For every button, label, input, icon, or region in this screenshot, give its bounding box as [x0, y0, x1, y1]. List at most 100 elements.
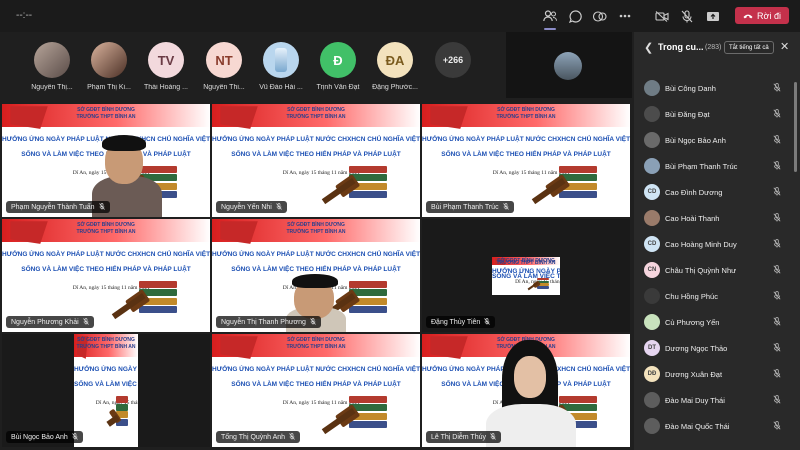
mic-off-icon[interactable]	[773, 343, 781, 354]
mic-off-icon[interactable]	[773, 369, 781, 380]
video-tile[interactable]: SỞ GDĐT BÌNH DƯƠNGTRƯỜNG THPT BÌNH ANHƯỞ…	[2, 219, 210, 332]
mic-off-icon[interactable]	[773, 161, 781, 172]
mic-off-icon[interactable]	[773, 135, 781, 146]
close-icon[interactable]: ✕	[780, 40, 789, 53]
participant-row[interactable]: DĐ Dương Xuân Đạt	[634, 362, 800, 386]
slide-title: HƯỞNG ỨNG NGÀY PHÁP LUẬT NƯỚC CHXHCN CHỦ…	[212, 135, 420, 143]
slide-line: TRƯỜNG THPT BÌNH AN	[76, 114, 136, 121]
slide-line: SỞ GDĐT BÌNH DƯƠNG	[287, 337, 345, 344]
video-tile[interactable]: SỞ GDĐT BÌNH DƯƠNGTRƯỜNG THPT BÌNH ANHƯỞ…	[212, 219, 420, 332]
strip-participant-name: Trịnh Văn Đạt	[316, 84, 360, 91]
more-options-icon[interactable]	[615, 6, 635, 26]
presentation-slide: SỞ GDĐT BÌNH DƯƠNGTRƯỜNG THPT BÌNH ANHƯỞ…	[74, 334, 138, 447]
mic-off-icon[interactable]	[773, 109, 781, 120]
avatar: ĐA	[377, 42, 413, 78]
participant-row-name: Cao Hoàng Minh Duy	[665, 240, 737, 249]
strip-participant[interactable]: ĐA Đặng Phước...	[367, 42, 423, 91]
slide-subtitle: SỐNG VÀ LÀM VIỆC THEO HIẾN PHÁP VÀ PHÁP …	[441, 151, 611, 159]
participant-name: Phạm Nguyễn Thành Tuấn	[11, 203, 95, 211]
participant-row[interactable]: CN Châu Thị Quỳnh Như	[634, 258, 800, 282]
scrollbar[interactable]	[794, 82, 797, 172]
slide-line: SỞ GDĐT BÌNH DƯƠNG	[77, 337, 135, 344]
self-preview	[506, 32, 632, 98]
strip-participant[interactable]: NT Nguyễn Thi...	[196, 42, 252, 91]
participant-strip: Nguyễn Thị... Phạm Thị Ki... TV Thái Hoà…	[0, 32, 505, 98]
chat-icon[interactable]	[565, 6, 585, 26]
video-tile[interactable]: SỞ GDĐT BÌNH DƯƠNGTRƯỜNG THPT BÌNH ANHƯỞ…	[422, 334, 630, 447]
strip-participant[interactable]: Nguyễn Thị...	[24, 42, 80, 91]
slide-subtitle: SỐNG VÀ LÀM VIỆC THEO HIẾN PHÁP VÀ PHÁP …	[21, 266, 191, 274]
share-screen-icon[interactable]	[703, 6, 723, 26]
mic-off-icon[interactable]	[677, 6, 697, 26]
participant-row[interactable]: Bùi Công Danh	[634, 76, 800, 100]
video-tile[interactable]: SỞ GDĐT BÌNH DƯƠNGTRƯỜNG THPT BÌNH ANHƯỞ…	[422, 104, 630, 217]
mic-off-icon[interactable]	[773, 265, 781, 276]
video-tile[interactable]: SỞ GDĐT BÌNH DƯƠNGTRƯỜNG THPT BÌNH ANHƯỞ…	[212, 104, 420, 217]
mute-all-button[interactable]: Tắt tiếng tất cả	[724, 41, 774, 54]
video-tile[interactable]: SỞ GDĐT BÌNH DƯƠNGTRƯỜNG THPT BÌNH ANHƯỞ…	[422, 219, 630, 332]
avatar: CN	[644, 262, 660, 278]
participant-row-name: Bùi Ngọc Bảo Anh	[665, 136, 726, 145]
participant-row[interactable]: CD Cao Hoàng Minh Duy	[634, 232, 800, 256]
strip-participant-name: Đặng Phước...	[372, 84, 418, 91]
more-participants-button[interactable]: +266	[425, 42, 481, 78]
mic-off-icon[interactable]	[773, 317, 781, 328]
slide-title: HƯỞNG ỨNG NGÀY PHÁP LUẬT NƯỚC CHXHCN CHỦ…	[422, 135, 630, 143]
leave-button[interactable]: Rời đi	[735, 7, 789, 24]
self-avatar	[554, 52, 582, 80]
participant-name: Lê Thị Diễm Thúy	[431, 433, 486, 441]
participant-row[interactable]: Bùi Đăng Đạt	[634, 102, 800, 126]
participant-name-tag: Tống Thị Quỳnh Anh	[216, 431, 301, 443]
video-tile[interactable]: SỞ GDĐT BÌNH DƯƠNGTRƯỜNG THPT BÌNH ANHƯỞ…	[2, 104, 210, 217]
phone-hangup-icon	[743, 14, 753, 18]
people-icon[interactable]	[540, 6, 560, 30]
slide-subtitle: SỐNG VÀ LÀM VIỆC THEO HIẾN PHÁP VÀ PHÁP …	[74, 381, 138, 389]
participant-row-name: Cao Hoài Thanh	[665, 214, 720, 223]
participant-row[interactable]: CD Cao Đình Dương	[634, 180, 800, 204]
more-participants-count: +266	[435, 42, 471, 78]
presentation-slide: SỞ GDĐT BÌNH DƯƠNGTRƯỜNG THPT BÌNH ANHƯỞ…	[492, 257, 560, 295]
participant-row[interactable]: Cao Hoài Thanh	[634, 206, 800, 230]
participant-name: Nguyễn Thị Thanh Phương	[221, 318, 306, 326]
participant-name-tag: Nguyễn Yến Nhi	[216, 201, 287, 213]
participant-row[interactable]: Bùi Phạm Thanh Trúc	[634, 154, 800, 178]
slide-subtitle: SỐNG VÀ LÀM VIỆC THEO HIẾN PHÁP VÀ PHÁP …	[231, 151, 401, 159]
participant-row-name: Cao Đình Dương	[665, 188, 723, 197]
slide-line: SỞ GDĐT BÌNH DƯƠNG	[77, 107, 135, 114]
mic-off-icon[interactable]	[773, 187, 781, 198]
mic-off-icon[interactable]	[773, 239, 781, 250]
mic-off-icon[interactable]	[773, 395, 781, 406]
strip-participant[interactable]: TV Thái Hoàng ...	[138, 42, 194, 91]
video-tile[interactable]: SỞ GDĐT BÌNH DƯƠNGTRƯỜNG THPT BÌNH ANHƯỞ…	[212, 334, 420, 447]
avatar	[263, 42, 299, 78]
meeting-timer: --:--	[16, 10, 33, 21]
participant-row[interactable]: Đào Mai Duy Thái	[634, 388, 800, 412]
back-chevron-icon[interactable]: ❮	[644, 41, 653, 54]
slide-line: TRƯỜNG THPT BÌNH AN	[496, 260, 556, 267]
strip-participant[interactable]: Vũ Đào Hải ...	[253, 42, 309, 91]
mic-off-icon[interactable]	[773, 213, 781, 224]
strip-participant[interactable]: Phạm Thị Ki...	[81, 42, 137, 91]
participant-row[interactable]: Cù Phương Yến	[634, 310, 800, 334]
participant-row-name: Đào Mai Quốc Thái	[665, 422, 730, 431]
avatar	[644, 132, 660, 148]
participant-name: Bùi Phạm Thanh Trúc	[431, 203, 499, 211]
participant-row[interactable]: Đào Mai Quốc Thái	[634, 414, 800, 438]
avatar	[644, 418, 660, 434]
participant-row-name: Cù Phương Yến	[665, 318, 720, 327]
participant-name-tag: Bùi Phạm Thanh Trúc	[426, 201, 514, 213]
mic-off-icon	[289, 432, 295, 442]
mic-off-icon[interactable]	[773, 421, 781, 432]
slide-line: SỞ GDĐT BÌNH DƯƠNG	[287, 222, 345, 229]
mic-off-icon[interactable]	[773, 83, 781, 94]
strip-participant-name: Vũ Đào Hải ...	[259, 84, 303, 91]
participant-row[interactable]: DT Dương Ngọc Thảo	[634, 336, 800, 360]
camera-off-icon[interactable]	[652, 6, 672, 26]
participant-row[interactable]: Chu Hồng Phúc	[634, 284, 800, 308]
avatar	[644, 80, 660, 96]
strip-participant[interactable]: Đ Trịnh Văn Đạt	[310, 42, 366, 91]
participant-row[interactable]: Bùi Ngọc Bảo Anh	[634, 128, 800, 152]
reactions-icon[interactable]	[590, 6, 610, 26]
video-tile[interactable]: SỞ GDĐT BÌNH DƯƠNGTRƯỜNG THPT BÌNH ANHƯỞ…	[2, 334, 210, 447]
mic-off-icon[interactable]	[773, 291, 781, 302]
